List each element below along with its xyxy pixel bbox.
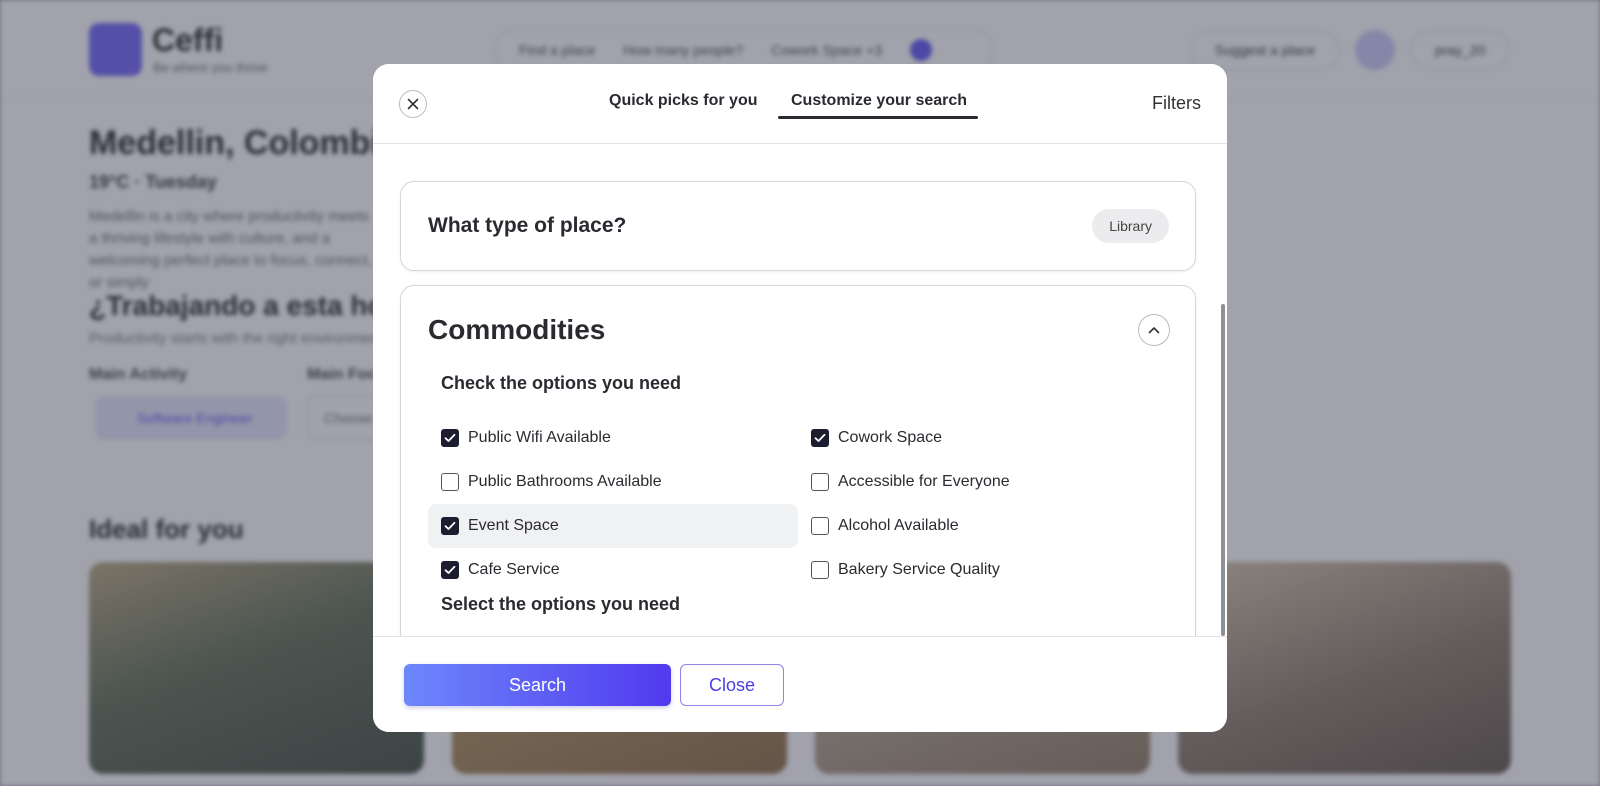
option-label: Bakery Service Quality xyxy=(838,561,1000,578)
check-icon xyxy=(814,433,826,442)
check-options-title: Check the options you need xyxy=(441,373,682,393)
search-button[interactable]: Search xyxy=(404,664,671,706)
place-type-badge[interactable]: Library xyxy=(1092,209,1169,243)
checkbox-checked[interactable] xyxy=(441,517,459,535)
option-cowork-space[interactable]: Cowork Space xyxy=(798,416,1168,460)
active-tab-indicator xyxy=(778,116,978,119)
option-label: Event Space xyxy=(468,517,559,534)
option-cafe-service[interactable]: Cafe Service xyxy=(428,548,798,592)
modal-title: Filters xyxy=(1152,93,1201,113)
option-label: Public Bathrooms Available xyxy=(468,473,662,490)
option-label: Accessible for Everyone xyxy=(838,473,1010,490)
check-icon xyxy=(444,565,456,574)
tab-customize-search[interactable]: Customize your search xyxy=(791,92,967,110)
option-label: Cowork Space xyxy=(838,429,943,446)
modal-scrollbar[interactable] xyxy=(1221,304,1225,636)
modal-footer: Search Close xyxy=(373,636,1227,732)
close-icon xyxy=(407,98,419,110)
option-public-bathrooms[interactable]: Public Bathrooms Available xyxy=(428,460,798,504)
chevron-up-icon xyxy=(1148,327,1160,334)
select-options-title: Select the options you need xyxy=(441,594,681,614)
collapse-commodities-button[interactable] xyxy=(1138,314,1170,346)
checkbox-unchecked[interactable] xyxy=(811,517,829,535)
modal-body[interactable]: What type of place? Library Commodities … xyxy=(373,144,1227,636)
place-type-question: What type of place? xyxy=(428,214,627,237)
checkbox-checked[interactable] xyxy=(811,429,829,447)
modal-header: Quick picks for you Customize your searc… xyxy=(373,64,1227,144)
commodities-section: Commodities Check the options you need P… xyxy=(400,285,1196,636)
close-button[interactable]: Close xyxy=(680,664,784,706)
option-label: Cafe Service xyxy=(468,561,560,578)
checkbox-checked[interactable] xyxy=(441,429,459,447)
checkbox-unchecked[interactable] xyxy=(441,473,459,491)
option-public-wifi[interactable]: Public Wifi Available xyxy=(428,416,798,460)
commodities-title: Commodities xyxy=(428,314,606,345)
filters-modal: Quick picks for you Customize your searc… xyxy=(373,64,1227,732)
place-type-section[interactable]: What type of place? Library xyxy=(400,181,1196,271)
option-label: Alcohol Available xyxy=(838,517,959,534)
option-label: Public Wifi Available xyxy=(468,429,611,446)
option-accessible[interactable]: Accessible for Everyone xyxy=(798,460,1168,504)
option-event-space[interactable]: Event Space xyxy=(428,504,798,548)
checkbox-unchecked[interactable] xyxy=(811,473,829,491)
option-alcohol[interactable]: Alcohol Available xyxy=(798,504,1168,548)
option-bakery-service[interactable]: Bakery Service Quality xyxy=(798,548,1168,592)
check-icon xyxy=(444,433,456,442)
checkbox-checked[interactable] xyxy=(441,561,459,579)
check-icon xyxy=(444,521,456,530)
checkbox-unchecked[interactable] xyxy=(811,561,829,579)
close-modal-button[interactable] xyxy=(399,90,427,118)
tab-quick-picks[interactable]: Quick picks for you xyxy=(609,92,757,110)
